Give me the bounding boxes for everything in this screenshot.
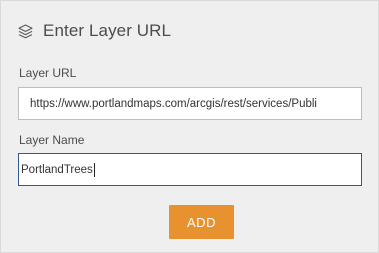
add-button[interactable]: ADD: [169, 205, 234, 239]
layer-url-value: https://www.portlandmaps.com/arcgis/rest…: [30, 97, 317, 110]
layer-name-label: Layer Name: [19, 133, 85, 147]
layer-name-value: PortlandTrees: [21, 163, 93, 176]
layer-url-input[interactable]: https://www.portlandmaps.com/arcgis/rest…: [18, 87, 362, 120]
panel-header: Enter Layer URL: [17, 20, 171, 42]
layer-url-label: Layer URL: [19, 66, 77, 80]
add-layer-panel: Enter Layer URL Layer URL https://www.po…: [0, 0, 379, 253]
panel-title: Enter Layer URL: [43, 21, 172, 40]
layers-icon: [17, 23, 34, 40]
layer-name-input[interactable]: PortlandTrees: [18, 153, 362, 186]
text-caret: [93, 162, 95, 177]
